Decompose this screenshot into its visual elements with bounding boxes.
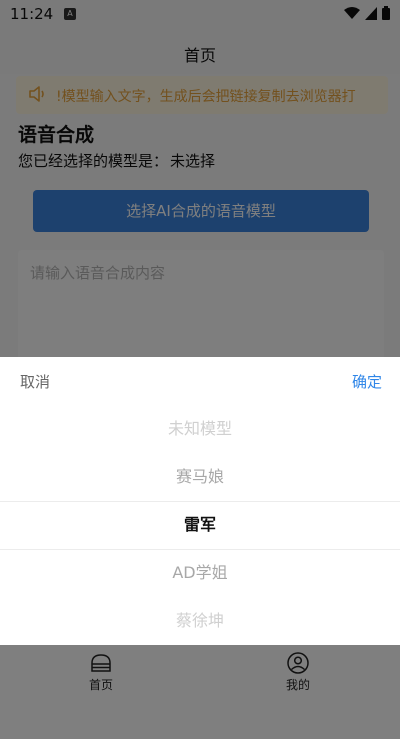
picker-option[interactable]: 蔡徐坤 (0, 597, 400, 645)
picker-option[interactable]: 赛马娘 (0, 453, 400, 501)
picker-option-selected[interactable]: 雷军 (0, 501, 400, 549)
picker-option[interactable]: 未知模型 (0, 405, 400, 453)
picker-toolbar: 取消 确定 (0, 357, 400, 405)
picker-column[interactable]: 未知模型 赛马娘 雷军 AD学姐 蔡徐坤 (0, 405, 400, 645)
cancel-button[interactable]: 取消 (20, 371, 50, 392)
confirm-button[interactable]: 确定 (352, 371, 382, 392)
model-picker: 取消 确定 未知模型 赛马娘 雷军 AD学姐 蔡徐坤 (0, 357, 400, 645)
picker-option[interactable]: AD学姐 (0, 549, 400, 597)
